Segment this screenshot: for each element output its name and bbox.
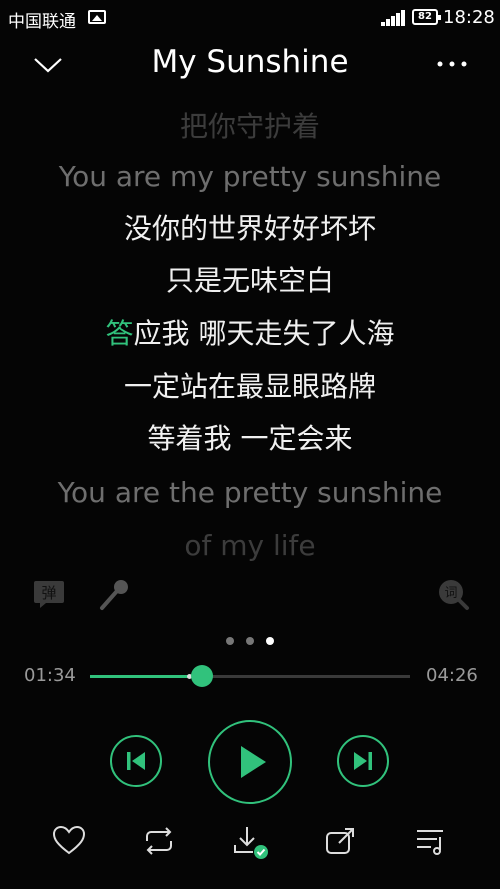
page-dot [226,637,234,645]
signal-icon [381,10,405,26]
song-title: My Sunshine [151,44,349,80]
skip-previous-icon [127,752,145,770]
lyric-line: 把你守护着 [179,110,320,143]
lyric-line: You are the pretty sunshine [57,476,443,509]
lyric-line: 没你的世界好好坏坏 [123,212,376,245]
status-time: 18:28 [443,7,495,28]
carrier-label: 中国联通 [8,12,76,32]
lyric-search-button[interactable]: 词 [436,577,470,611]
lyric-search-icon: 词 [439,580,469,610]
next-button[interactable] [337,735,389,787]
image-notification-icon [88,10,106,24]
share-icon[interactable] [322,823,358,859]
lyric-active-char: 答 [105,317,134,350]
lyric-line: You are my pretty sunshine [58,160,442,193]
progress-fill [90,675,202,678]
downloaded-icon[interactable] [231,823,268,859]
status-bar: 中国联通 82 18:28 [0,0,500,36]
current-time: 01:34 [24,665,76,686]
lyric-line-active: 答应我 哪天走失了人海 [0,320,500,348]
play-button[interactable] [208,720,292,804]
lyric-line: of my life [184,529,316,562]
battery-icon: 82 [412,9,441,25]
total-time: 04:26 [426,665,478,686]
heart-icon[interactable] [51,823,87,859]
lyric-line: 只是无味空白 [165,264,334,297]
skip-next-icon [354,752,372,770]
page-dot [246,637,254,645]
page-indicator [226,637,274,647]
page-dot-active [266,637,274,645]
danmu-icon: 弹 [34,581,64,608]
lyric-line: 等着我 一定会来 [147,422,353,455]
progress-thumb[interactable] [191,665,213,687]
lyric-line: 一定站在最显眼路牌 [123,370,376,403]
more-dots-icon[interactable] [434,56,470,70]
danmu-label: 弹 [41,584,56,602]
mic-icon[interactable] [97,577,131,611]
play-icon [241,746,266,778]
repeat-icon[interactable] [141,823,177,859]
lyric-tool-label: 词 [444,586,457,601]
danmu-button[interactable]: 弹 [32,577,66,611]
previous-button[interactable] [110,735,162,787]
lyric-active-rest: 应我 哪天走失了人海 [133,317,395,350]
playlist-icon[interactable] [413,823,449,859]
